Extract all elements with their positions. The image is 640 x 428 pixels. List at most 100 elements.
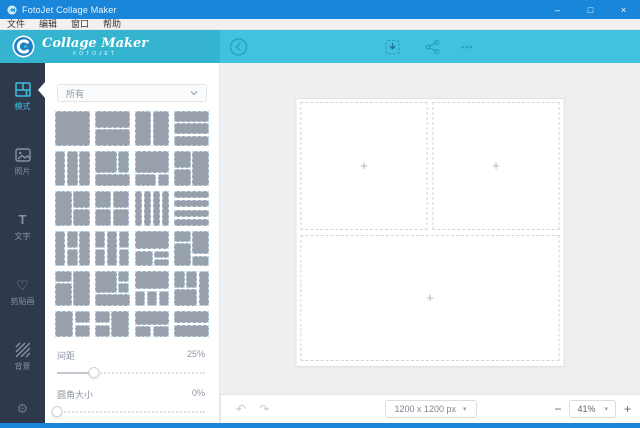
template-thumbnail[interactable] xyxy=(135,311,170,337)
template-cell xyxy=(95,209,112,226)
header-toolbar: ••• xyxy=(220,30,640,63)
template-thumbnail[interactable] xyxy=(135,231,170,266)
menu-item[interactable]: 编辑 xyxy=(32,19,64,30)
collage-cell[interactable]: + xyxy=(301,235,560,361)
template-cell xyxy=(95,151,117,173)
save-icon[interactable] xyxy=(385,39,400,54)
zoom-level-dropdown[interactable]: 41% ▾ xyxy=(569,400,616,418)
slider-handle[interactable] xyxy=(89,367,100,378)
template-cell xyxy=(154,259,169,266)
slider-handle[interactable] xyxy=(52,406,63,417)
template-cell xyxy=(55,231,65,266)
minimize-button[interactable]: – xyxy=(541,0,574,19)
template-cell xyxy=(118,283,129,293)
clipart-icon: ♡ xyxy=(16,276,29,293)
template-thumbnail[interactable] xyxy=(95,271,130,306)
sidebar-item-text[interactable]: T文字 xyxy=(0,211,45,242)
template-cell xyxy=(186,271,196,288)
sidebar-item-label: 文字 xyxy=(15,231,31,242)
template-thumbnail[interactable] xyxy=(174,311,209,337)
template-cell xyxy=(73,191,90,208)
canvas-viewport: +++ xyxy=(220,63,640,394)
window-bottom-border xyxy=(0,423,640,428)
template-cell xyxy=(55,311,73,337)
template-cell xyxy=(158,174,169,186)
template-thumbnail[interactable] xyxy=(135,191,170,226)
title-bar: FotoJet Collage Maker – □ × xyxy=(0,0,640,19)
dropdown-arrow-icon: ▾ xyxy=(604,405,608,413)
template-cell xyxy=(119,249,129,266)
template-cell xyxy=(111,311,129,337)
template-cell xyxy=(95,231,105,248)
template-thumbnail[interactable] xyxy=(174,191,209,226)
template-cell xyxy=(95,294,130,306)
settings-gear-icon[interactable]: ⚙ xyxy=(0,401,45,417)
template-thumbnail[interactable] xyxy=(55,111,90,146)
template-thumbnail[interactable] xyxy=(95,111,130,146)
sidebar-item-templates[interactable]: 模式 xyxy=(0,81,45,112)
sidebar-item-photos[interactable]: 照片 xyxy=(0,146,45,177)
spacing-value: 25% xyxy=(187,349,205,362)
menu-item[interactable]: 帮助 xyxy=(96,19,128,30)
template-cell xyxy=(174,325,209,337)
logo-subtitle: FOTOJET xyxy=(42,51,148,57)
template-cell xyxy=(153,111,170,146)
maximize-button[interactable]: □ xyxy=(574,0,607,19)
template-thumbnail[interactable] xyxy=(135,111,170,146)
zoom-controls: − 41% ▾ + xyxy=(554,400,631,418)
template-thumbnail[interactable] xyxy=(174,111,209,146)
template-thumbnail[interactable] xyxy=(174,231,209,266)
template-cell xyxy=(95,191,112,208)
template-cell xyxy=(192,231,209,254)
template-cell xyxy=(118,271,129,282)
zoom-out-button[interactable]: − xyxy=(554,403,561,415)
template-thumbnail[interactable] xyxy=(55,231,90,266)
more-icon[interactable]: ••• xyxy=(461,42,473,52)
template-cell xyxy=(174,123,209,134)
template-cell xyxy=(73,271,90,306)
template-thumbnail[interactable] xyxy=(174,151,209,186)
templates-panel: 所有 间距 25% 圆角大小 0% xyxy=(45,63,220,423)
back-icon[interactable] xyxy=(229,37,248,56)
template-thumbnail[interactable] xyxy=(55,191,90,226)
collage-cell[interactable]: + xyxy=(433,102,560,230)
canvas-size-dropdown[interactable]: 1200 x 1200 px ▾ xyxy=(384,400,476,418)
template-cell xyxy=(135,111,152,146)
template-filter-dropdown[interactable]: 所有 xyxy=(57,84,207,102)
template-filter-value: 所有 xyxy=(66,87,84,100)
template-thumbnail[interactable] xyxy=(55,271,90,306)
template-cell xyxy=(107,231,117,266)
sidebar-item-background[interactable]: 背景 xyxy=(0,341,45,372)
undo-icon[interactable]: ↶ xyxy=(236,403,246,415)
corner-radius-slider[interactable] xyxy=(57,406,205,418)
template-thumbnail[interactable] xyxy=(95,191,130,226)
zoom-in-button[interactable]: + xyxy=(624,403,631,415)
menu-item[interactable]: 窗口 xyxy=(64,19,96,30)
template-cell xyxy=(135,311,170,325)
template-cell xyxy=(67,151,77,186)
redo-icon[interactable]: ↷ xyxy=(259,403,269,415)
template-thumbnail[interactable] xyxy=(135,151,170,186)
template-thumbnail[interactable] xyxy=(95,151,130,186)
sidebar-item-clipart[interactable]: ♡ 剪贴画 xyxy=(0,276,45,307)
sidebar-item-label: 剪贴画 xyxy=(11,296,35,307)
template-thumbnail[interactable] xyxy=(55,151,90,186)
template-thumbnail[interactable] xyxy=(174,271,209,306)
collage-cell[interactable]: + xyxy=(301,102,428,230)
template-cell xyxy=(153,191,160,226)
share-icon[interactable] xyxy=(425,39,440,54)
close-button[interactable]: × xyxy=(607,0,640,19)
sidebar: 模式照片 T文字 ♡ 剪贴画背景 ⚙ xyxy=(0,63,45,423)
template-thumbnail[interactable] xyxy=(95,311,130,337)
template-thumbnail[interactable] xyxy=(95,231,130,266)
spacing-slider[interactable] xyxy=(57,367,205,379)
sidebar-item-label: 背景 xyxy=(15,361,31,372)
app-window: FotoJet Collage Maker – □ × 文件编辑窗口帮助 Col… xyxy=(0,0,640,428)
collage-canvas: +++ xyxy=(297,99,564,366)
template-cell xyxy=(135,291,145,306)
template-thumbnail[interactable] xyxy=(135,271,170,306)
menu-item[interactable]: 文件 xyxy=(0,19,32,30)
template-cell xyxy=(174,136,209,147)
template-thumbnail[interactable] xyxy=(55,311,90,337)
template-cell xyxy=(192,256,209,267)
